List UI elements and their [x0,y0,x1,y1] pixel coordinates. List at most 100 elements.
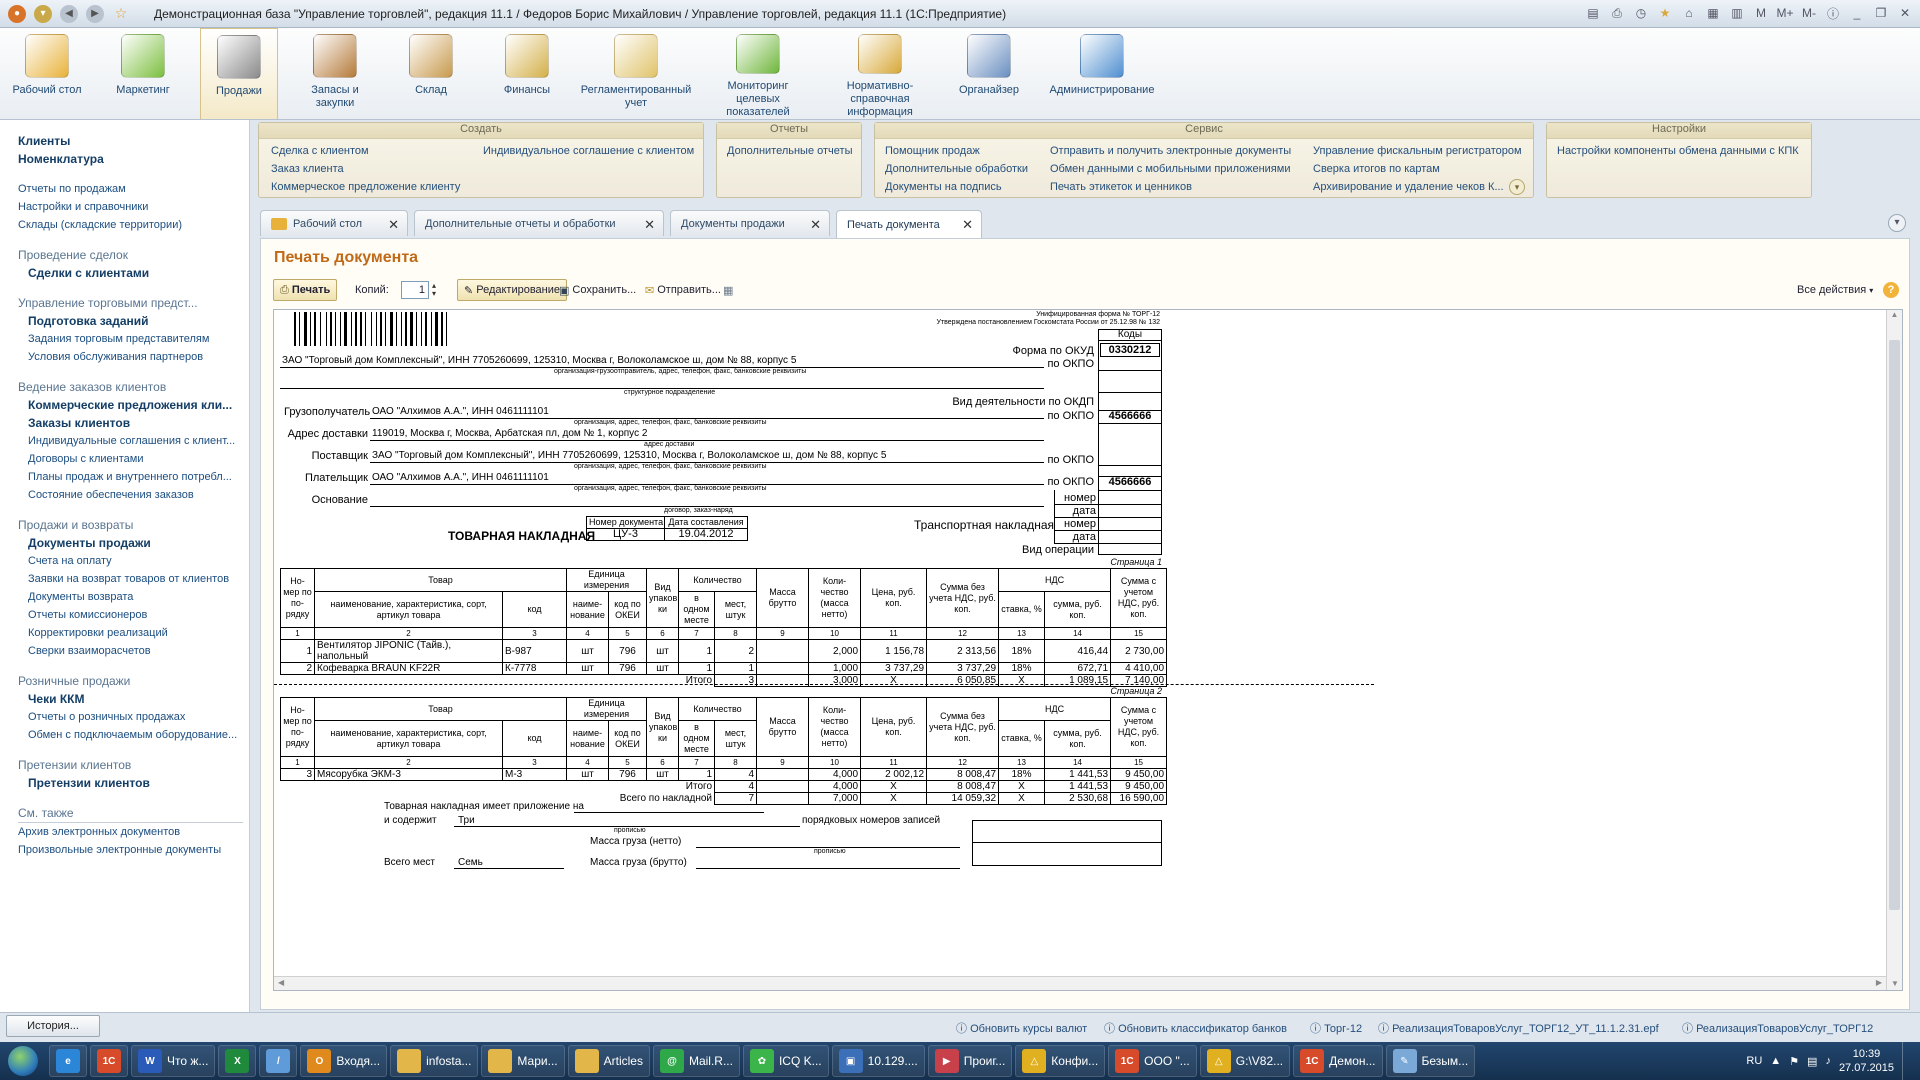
update-banks-link[interactable]: ⓘ Обновить классификатор банков [1104,1020,1287,1036]
info-icon[interactable]: ⓘ [1824,4,1842,22]
expand-icon[interactable]: ▾ [1509,179,1525,195]
additional-reports-link[interactable]: Дополнительные отчеты [727,145,852,157]
vertical-scrollbar[interactable]: ▲ ▼ [1886,310,1902,990]
history-button[interactable]: История... [6,1015,100,1037]
create-offer-link[interactable]: Коммерческое предложение клиенту [271,181,460,193]
taskbar-item[interactable]: Мари... [481,1045,565,1077]
nav-link[interactable]: Документы возврата [18,588,243,606]
pda-settings-link[interactable]: Настройки компоненты обмена данными с КП… [1557,145,1799,157]
edi-link[interactable]: Отправить и получить электронные докумен… [1050,145,1291,157]
nav-item[interactable]: Коммерческие предложения кли... [18,396,243,414]
all-actions-button[interactable]: Все действия ▾ [1797,279,1873,301]
minimize-icon[interactable]: _ [1848,4,1866,22]
favorites-icon[interactable]: ★ [1656,4,1674,22]
memory-m-icon[interactable]: M [1752,4,1770,22]
taskbar-item[interactable]: X [218,1045,257,1077]
section-bar-chart[interactable]: Мониторинг целевых показателей [706,28,810,119]
scroll-thumb[interactable] [1889,340,1900,910]
copies-input[interactable]: 1 [401,281,429,299]
nav-link[interactable]: Обмен с подключаемым оборудование... [18,726,243,744]
scroll-down-icon[interactable]: ▼ [1887,979,1902,988]
close-tab-icon[interactable]: ✕ [810,217,821,233]
close-icon[interactable]: ✕ [1896,4,1914,22]
taskbar-item[interactable]: ▶ Проиг... [927,1045,1013,1077]
tab-print-document[interactable]: Печать документа ✕ [836,210,982,238]
section-crate[interactable]: Склад [392,28,470,119]
section-binders[interactable]: Нормативно-справочная информация [828,28,932,119]
taskbar-item[interactable]: ✿ ICQ K... [742,1045,829,1077]
show-desktop-button[interactable] [1902,1042,1914,1080]
taskbar-item[interactable]: 1С Демон... [1293,1045,1383,1077]
nav-link[interactable]: Произвольные электронные документы [18,841,243,859]
history-icon[interactable]: ◷ [1632,4,1650,22]
additional-processing-link[interactable]: Дополнительные обработки [885,163,1028,175]
scroll-right-icon[interactable]: ▶ [1876,978,1882,987]
taskbar-item[interactable]: Articles [567,1045,650,1077]
stepper-arrows-icon[interactable]: ▴ ▾ [432,282,436,298]
tab-desktop[interactable]: Рабочий стол ✕ [260,210,408,236]
close-tab-icon[interactable]: ✕ [388,217,399,233]
archive-checks-link[interactable]: Архивирование и удаление чеков К... [1313,181,1504,193]
edit-toggle-button[interactable]: ✎ Редактирование [457,279,568,301]
tab-sales-documents[interactable]: Документы продажи ✕ [670,210,830,236]
torg12-link[interactable]: ⓘ Торг-12 [1310,1020,1362,1036]
flag-icon[interactable]: ⚑ [1789,1055,1799,1068]
scroll-left-icon[interactable]: ◀ [278,978,284,987]
epf-file-link[interactable]: ⓘ РеализацияТоваровУслуг_ТОРГ12_УТ_11.1.… [1378,1020,1659,1036]
print-icon[interactable]: ⎙ [1608,4,1626,22]
taskbar-item[interactable]: ▣ 10.129.... [831,1045,925,1077]
nav-link[interactable]: Планы продаж и внутреннего потребл... [18,468,243,486]
taskbar-item[interactable]: e [49,1045,87,1077]
help-button[interactable]: ? [1883,279,1899,301]
taskbar-item[interactable]: / [259,1045,298,1077]
section-clipboard[interactable]: Органайзер [950,28,1028,119]
docs-to-sign-link[interactable]: Документы на подпись [885,181,1002,193]
calculator-icon[interactable]: ▥ [1728,4,1746,22]
clock[interactable]: 10:39 27.07.2015 [1839,1047,1894,1075]
memory-minus-icon[interactable]: M- [1800,4,1818,22]
scroll-up-icon[interactable]: ▲ [1887,310,1902,319]
create-order-link[interactable]: Заказ клиента [271,163,344,175]
nav-link[interactable]: Заявки на возврат товаров от клиентов [18,570,243,588]
nav-link[interactable]: Отчеты по продажам [18,180,243,198]
sales-assistant-link[interactable]: Помощник продаж [885,145,980,157]
fiscal-register-link[interactable]: Управление фискальным регистратором [1313,145,1522,157]
restore-icon[interactable]: ❐ [1872,4,1890,22]
save-icon[interactable]: ▤ [1584,4,1602,22]
app-menu-icon[interactable]: ● [8,4,26,23]
nav-link[interactable]: Склады (складские территории) [18,216,243,234]
taskbar-item[interactable]: W Что ж... [131,1045,216,1077]
mobile-exchange-link[interactable]: Обмен данными с мобильными приложениями [1050,163,1290,175]
send-button[interactable]: ✉ Отправить... [645,279,721,301]
print-button[interactable]: ⎙ Печать [273,279,338,301]
nav-item[interactable]: Претензии клиентов [18,774,243,792]
main-menu-icon[interactable]: ▾ [34,4,52,23]
taskbar-item[interactable]: 1С [90,1045,128,1077]
create-deal-link[interactable]: Сделка с клиентом [271,145,369,157]
taskbar-item[interactable]: infosta... [390,1045,479,1077]
calendar-icon[interactable]: ▦ [1704,4,1722,22]
preview-button[interactable]: ▦ [723,279,733,301]
nav-item[interactable]: Подготовка заданий [18,312,243,330]
save-button[interactable]: ▣ Сохранить... [559,279,636,301]
taskbar-item[interactable]: △ G:\V82... [1199,1045,1291,1077]
nav-item[interactable]: Документы продажи [18,534,243,552]
nav-link[interactable]: Отчеты комиссионеров [18,606,243,624]
nav-link[interactable]: Договоры с клиентами [18,450,243,468]
nav-link[interactable]: Условия обслуживания партнеров [18,348,243,366]
nav-link[interactable]: Счета на оплату [18,552,243,570]
update-rates-link[interactable]: ⓘ Обновить курсы валют [956,1020,1087,1036]
taskbar-item[interactable]: △ Конфи... [1015,1045,1106,1077]
close-tab-icon[interactable]: ✕ [962,217,973,233]
nav-link[interactable]: Состояние обеспечения заказов [18,486,243,504]
network-icon[interactable]: ▤ [1807,1055,1817,1068]
nav-item[interactable]: Сделки с клиентами [18,264,243,282]
volume-icon[interactable]: ♪ [1825,1055,1831,1067]
create-agreement-link[interactable]: Индивидуальное соглашение с клиентом [483,145,694,157]
nav-item[interactable]: Заказы клиентов [18,414,243,432]
section-pie-chart[interactable]: Маркетинг [104,28,182,119]
tray-arrow-icon[interactable]: ▲ [1770,1055,1781,1067]
spreadsheet-document[interactable]: Унифицированная форма № ТОРГ-12 Утвержде… [273,309,1903,991]
taskbar-item[interactable]: @ Mail.R... [652,1045,740,1077]
section-desktop[interactable]: Рабочий стол [8,28,86,119]
